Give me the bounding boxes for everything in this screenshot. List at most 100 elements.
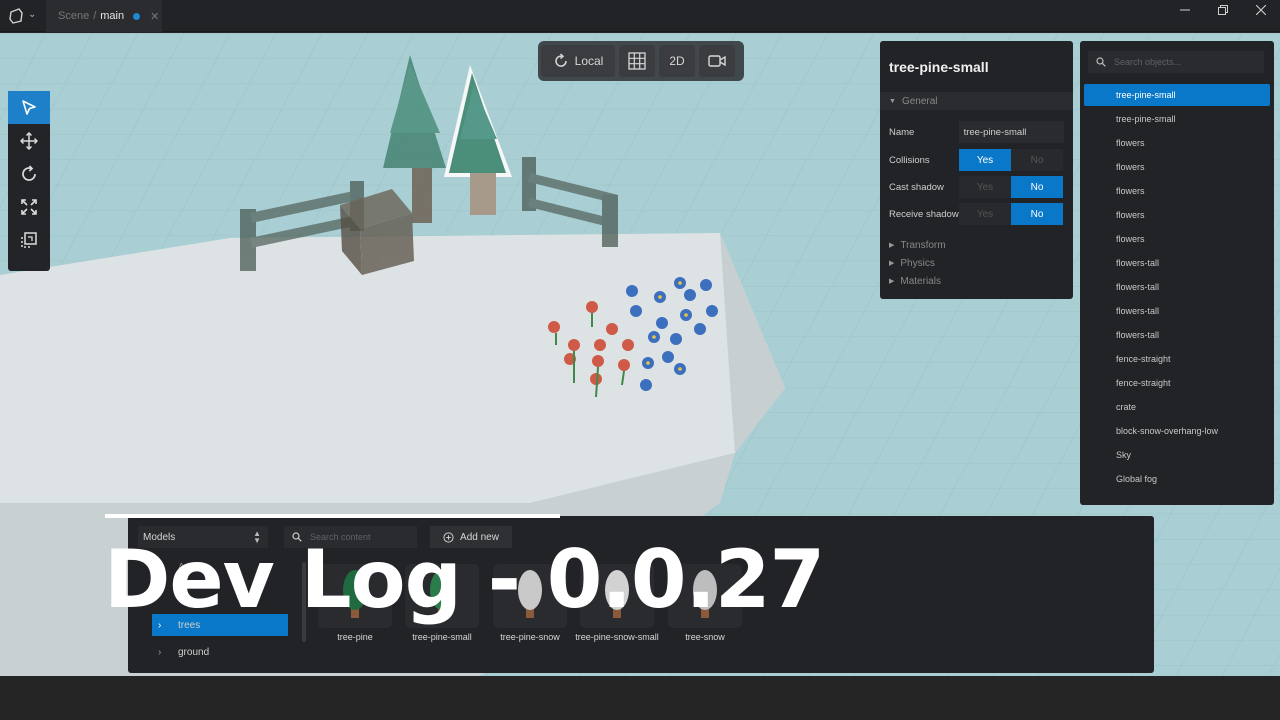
close-tab-icon[interactable]: ✕	[150, 10, 159, 23]
tree-item-ground[interactable]: › ground	[158, 641, 288, 663]
move-icon	[20, 131, 38, 150]
restore-icon	[1218, 5, 1228, 15]
triangle-right-icon: ▶	[889, 278, 895, 285]
inspector-panel: tree-pine-small ▼ General Name tree-pine…	[880, 41, 1073, 299]
outliner-item[interactable]: flowers-tall	[1084, 300, 1270, 322]
camera-icon	[708, 55, 726, 67]
select-tool-button[interactable]	[8, 91, 50, 124]
rotate-icon	[22, 164, 36, 181]
cast-shadow-row: Cast shadow Yes No	[889, 176, 1064, 198]
tree-item-label: ground	[178, 646, 210, 658]
outliner-item[interactable]: flowers-tall	[1084, 276, 1270, 298]
app-logo-icon[interactable]	[8, 7, 24, 25]
scene-outliner: Search objects... tree-pine-small tree-pi…	[1080, 41, 1274, 505]
outliner-item[interactable]: tree-pine-small	[1084, 84, 1270, 106]
cast-shadow-toggle[interactable]: Yes No	[959, 176, 1063, 198]
receive-shadow-label: Receive shadow	[889, 208, 959, 220]
restore-button[interactable]	[1204, 0, 1242, 20]
outliner-item[interactable]: flowers	[1084, 156, 1270, 178]
select-icon	[22, 99, 36, 115]
bottom-bar	[0, 676, 1280, 720]
tab-name: main	[100, 10, 125, 22]
move-tool-button[interactable]	[8, 124, 50, 157]
transform-tools	[8, 91, 50, 271]
triangle-down-icon: ▼	[889, 97, 896, 105]
scale-tool-button[interactable]	[8, 190, 50, 223]
outliner-search[interactable]: Search objects...	[1088, 51, 1264, 73]
name-label: Name	[889, 126, 915, 138]
outliner-item[interactable]: fence-straight	[1084, 372, 1270, 394]
asset-label: tree-snow	[685, 632, 725, 642]
title-bar: ⌄ Scene / main ✕	[0, 0, 1280, 32]
name-row: Name tree-pine-small	[889, 121, 1064, 143]
collisions-yes[interactable]: Yes	[959, 149, 1011, 171]
tree-item-buildings[interactable]: › buildings	[158, 667, 288, 677]
receive-shadow-row: Receive shadow Yes No	[889, 203, 1064, 225]
cast-shadow-label: Cast shadow	[889, 181, 944, 193]
outliner-item[interactable]: crate	[1084, 396, 1270, 418]
asset-label: tree-pine	[337, 632, 373, 642]
outliner-item[interactable]: flowers	[1084, 132, 1270, 154]
space-toggle-button[interactable]: Local	[541, 45, 615, 77]
collisions-toggle[interactable]: Yes No	[959, 149, 1063, 171]
asset-label: tree-pine-small	[412, 632, 472, 642]
asset-label: tree-pine-snow-small	[575, 632, 659, 642]
scale-icon	[21, 198, 37, 215]
outliner-item[interactable]: flowers-tall	[1084, 252, 1270, 274]
rotate-tool-button[interactable]	[8, 157, 50, 190]
receive-shadow-toggle[interactable]: Yes No	[959, 203, 1063, 225]
section-physics-label: Physics	[900, 257, 935, 269]
outliner-item[interactable]: Sky	[1084, 444, 1270, 466]
outliner-item[interactable]: fence-straight	[1084, 348, 1270, 370]
outliner-item[interactable]: flowers	[1084, 228, 1270, 250]
grid-icon	[628, 52, 646, 70]
bounds-icon	[21, 231, 37, 248]
asset-label: tree-pine-snow	[500, 632, 560, 642]
close-icon	[1256, 5, 1266, 15]
snow-ground-block	[0, 233, 785, 503]
tab-scene-main[interactable]: Scene / main ✕	[46, 0, 162, 32]
outliner-item[interactable]: block-snow-overhang-low	[1084, 420, 1270, 442]
bounds-tool-button[interactable]	[8, 223, 50, 256]
outliner-item[interactable]: flowers	[1084, 204, 1270, 226]
inspector-title: tree-pine-small	[889, 59, 989, 75]
chevron-down-icon[interactable]: ⌄	[28, 9, 36, 20]
section-general-label: General	[901, 95, 938, 107]
chevron-right-icon: ›	[158, 646, 162, 658]
minimize-button[interactable]	[1166, 0, 1204, 20]
section-materials[interactable]: ▶ Materials	[880, 272, 1073, 290]
name-field[interactable]: tree-pine-small	[958, 121, 1064, 143]
cast-shadow-no[interactable]: No	[1011, 176, 1063, 198]
overlay-underline	[105, 514, 560, 518]
mode-2d-button[interactable]: 2D	[659, 45, 695, 77]
space-label: Local	[574, 54, 604, 68]
viewport-toolbar: Local 2D	[538, 41, 744, 81]
outliner-item[interactable]: flowers	[1084, 180, 1270, 202]
tab-separator: /	[93, 10, 97, 22]
camera-button[interactable]	[699, 45, 735, 77]
minimize-icon	[1180, 9, 1190, 11]
collisions-no[interactable]: No	[1011, 149, 1063, 171]
section-physics[interactable]: ▶ Physics	[880, 254, 1073, 272]
devlog-title: Dev Log - 0.0.27	[104, 533, 825, 626]
outliner-item[interactable]: Global fog	[1084, 468, 1270, 490]
triangle-right-icon: ▶	[889, 260, 895, 267]
close-window-button[interactable]	[1242, 0, 1280, 20]
cast-shadow-yes[interactable]: Yes	[959, 176, 1011, 198]
triangle-right-icon: ▶	[889, 242, 895, 249]
rotate-icon	[554, 53, 567, 67]
collisions-label: Collisions	[889, 154, 930, 166]
search-icon	[1096, 57, 1106, 67]
section-general[interactable]: ▼ General	[880, 92, 1073, 110]
outliner-item[interactable]: tree-pine-small	[1084, 108, 1270, 130]
outliner-search-placeholder: Search objects...	[1114, 57, 1182, 67]
collisions-row: Collisions Yes No	[889, 149, 1064, 171]
receive-shadow-yes[interactable]: Yes	[959, 203, 1011, 225]
grid-toggle-button[interactable]	[619, 45, 655, 77]
receive-shadow-no[interactable]: No	[1011, 203, 1063, 225]
section-materials-label: Materials	[900, 275, 941, 287]
tab-path: Scene	[58, 10, 90, 22]
section-transform[interactable]: ▶ Transform	[880, 236, 1073, 254]
outliner-item[interactable]: flowers-tall	[1084, 324, 1270, 346]
section-transform-label: Transform	[900, 239, 946, 251]
